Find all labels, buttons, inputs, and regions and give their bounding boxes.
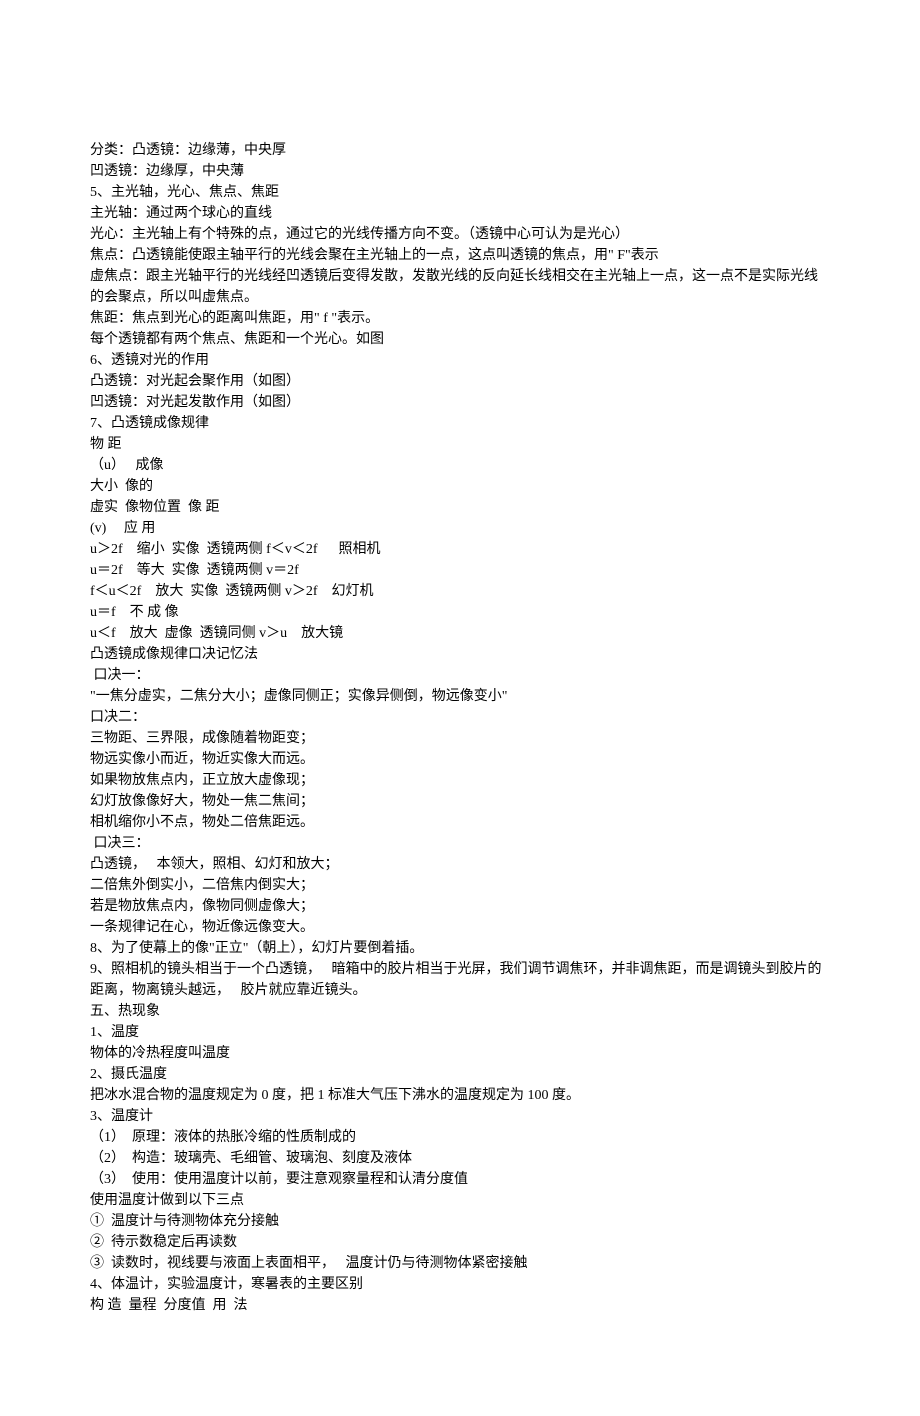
text-line: 凸透镜成像规律口决记忆法 [90, 644, 830, 665]
text-line: ① 温度计与待测物体充分接触 [90, 1211, 830, 1232]
text-line: （3） 使用：使用温度计以前，要注意观察量程和认清分度值 [90, 1169, 830, 1190]
text-line: 虚焦点：跟主光轴平行的光线经凹透镜后变得发散，发散光线的反向延长线相交在主光轴上… [90, 266, 830, 308]
text-line: 6、透镜对光的作用 [90, 350, 830, 371]
text-line: 三物距、三界限，成像随着物距变； [90, 728, 830, 749]
text-line: 相机缩你小不点，物处二倍焦距远。 [90, 812, 830, 833]
text-line: 物体的冷热程度叫温度 [90, 1043, 830, 1064]
text-line: 把冰水混合物的温度规定为 0 度，把 1 标准大气压下沸水的温度规定为 100 … [90, 1085, 830, 1106]
text-line: 焦点：凸透镜能使跟主轴平行的光线会聚在主光轴上的一点，这点叫透镜的焦点，用" F… [90, 245, 830, 266]
text-line: u＝f 不 成 像 [90, 602, 830, 623]
text-line: ③ 读数时，视线要与液面上表面相平， 温度计仍与待测物体紧密接触 [90, 1253, 830, 1274]
text-line: 凸透镜， 本领大，照相、幻灯和放大； [90, 854, 830, 875]
document-page: 分类：凸透镜：边缘薄，中央厚凹透镜：边缘厚，中央薄5、主光轴，光心、焦点、焦距主… [0, 0, 920, 1416]
text-line: 物 距 [90, 434, 830, 455]
text-line: 凹透镜：对光起发散作用（如图） [90, 392, 830, 413]
text-line: 一条规律记在心，物近像远像变大。 [90, 917, 830, 938]
text-line: （1） 原理：液体的热胀冷缩的性质制成的 [90, 1127, 830, 1148]
text-line: 9、照相机的镜头相当于一个凸透镜， 暗箱中的胶片相当于光屏，我们调节调焦环，并非… [90, 959, 830, 1001]
text-line: 构 造 量程 分度值 用 法 [90, 1295, 830, 1316]
text-line: 分类：凸透镜：边缘薄，中央厚 [90, 140, 830, 161]
text-line: 如果物放焦点内，正立放大虚像现； [90, 770, 830, 791]
text-line: 若是物放焦点内，像物同侧虚像大； [90, 896, 830, 917]
text-line: u＝2f 等大 实像 透镜两侧 v＝2f [90, 560, 830, 581]
text-line: 5、主光轴，光心、焦点、焦距 [90, 182, 830, 203]
text-line: 幻灯放像像好大，物处一焦二焦间； [90, 791, 830, 812]
text-line: 物远实像小而近，物近实像大而远。 [90, 749, 830, 770]
text-line: "一焦分虚实，二焦分大小；虚像同侧正；实像异侧倒，物远像变小" [90, 686, 830, 707]
text-line: 2、摄氏温度 [90, 1064, 830, 1085]
text-line: 凹透镜：边缘厚，中央薄 [90, 161, 830, 182]
text-line: 7、凸透镜成像规律 [90, 413, 830, 434]
text-line: 每个透镜都有两个焦点、焦距和一个光心。如图 [90, 329, 830, 350]
text-line: 二倍焦外倒实小，二倍焦内倒实大； [90, 875, 830, 896]
text-line: f＜u＜2f 放大 实像 透镜两侧 v＞2f 幻灯机 [90, 581, 830, 602]
text-line: 大小 像的 [90, 476, 830, 497]
text-line: （u） 成像 [90, 455, 830, 476]
text-line: 焦距：焦点到光心的距离叫焦距，用" f "表示。 [90, 308, 830, 329]
document-body: 分类：凸透镜：边缘薄，中央厚凹透镜：边缘厚，中央薄5、主光轴，光心、焦点、焦距主… [90, 140, 830, 1316]
text-line: 口决三： [90, 833, 830, 854]
text-line: 主光轴：通过两个球心的直线 [90, 203, 830, 224]
text-line: 凸透镜：对光起会聚作用（如图） [90, 371, 830, 392]
text-line: 1、温度 [90, 1022, 830, 1043]
text-line: 3、温度计 [90, 1106, 830, 1127]
text-line: 口决二： [90, 707, 830, 728]
text-line: 虚实 像物位置 像 距 [90, 497, 830, 518]
text-line: 口决一： [90, 665, 830, 686]
text-line: u＜f 放大 虚像 透镜同侧 v＞u 放大镜 [90, 623, 830, 644]
text-line: 8、为了使幕上的像"正立"（朝上），幻灯片要倒着插。 [90, 938, 830, 959]
text-line: ② 待示数稳定后再读数 [90, 1232, 830, 1253]
text-line: 五、热现象 [90, 1001, 830, 1022]
text-line: （2） 构造：玻璃壳、毛细管、玻璃泡、刻度及液体 [90, 1148, 830, 1169]
text-line: (v) 应 用 [90, 518, 830, 539]
text-line: 使用温度计做到以下三点 [90, 1190, 830, 1211]
text-line: u＞2f 缩小 实像 透镜两侧 f＜v＜2f 照相机 [90, 539, 830, 560]
text-line: 光心：主光轴上有个特殊的点，通过它的光线传播方向不变。（透镜中心可认为是光心） [90, 224, 830, 245]
text-line: 4、体温计，实验温度计，寒暑表的主要区别 [90, 1274, 830, 1295]
